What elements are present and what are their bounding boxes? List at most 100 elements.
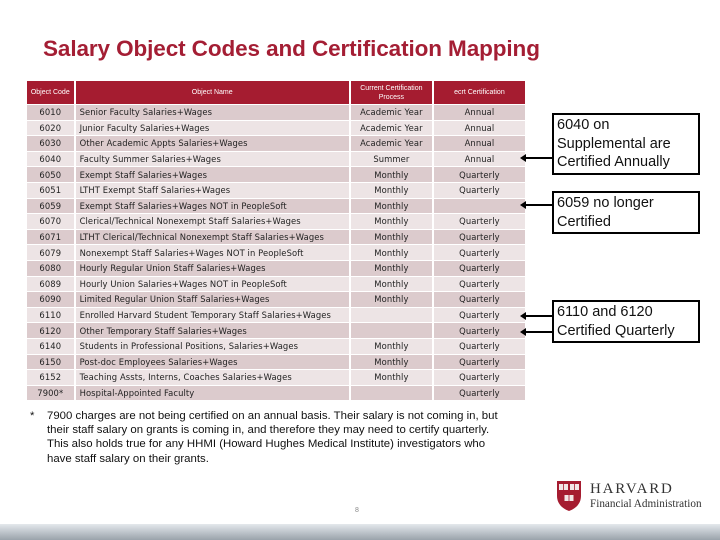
ecrt-certification-cell: Quarterly [433,385,525,401]
table-row: 7900* Hospital-Appointed Faculty Quarterly [27,385,525,401]
object-code-cell: 6140 [27,338,74,354]
arrow-6040 [520,154,552,162]
object-name-cell: Faculty Summer Salaries+Wages [75,151,349,167]
certification-process-cell: Monthly [350,229,432,245]
certification-process-cell: Monthly [350,198,432,214]
table-row: 6059 Exempt Staff Salaries+Wages NOT in P… [27,198,525,214]
table-row: 6010 Senior Faculty Salaries+Wages Academi… [27,105,525,120]
footnote-text: 7900 charges are not being certified on … [47,410,498,465]
object-code-cell: 6110 [27,307,74,323]
certification-process-cell: Monthly [350,245,432,260]
table-row: 6140 Students in Professional Positions, … [27,338,525,354]
object-code-cell: 6089 [27,276,74,292]
callout-6059: 6059 no longer Certified [552,191,700,234]
header-object-name: Object Name [75,81,349,104]
ecrt-certification-cell: Quarterly [433,292,525,307]
ecrt-certification-cell: Quarterly [433,167,525,182]
certification-process-cell [350,307,432,323]
object-code-cell: 6070 [27,214,74,229]
harvard-logo: HARVARD Financial Administration [556,480,702,512]
slide-title: Salary Object Codes and Certification Ma… [43,36,540,61]
callout-6040: 6040 on Supplemental are Certified Annua… [552,113,700,175]
certification-process-cell: Monthly [350,338,432,354]
footnote-marker: * [30,410,35,422]
object-code-cell: 6059 [27,198,74,214]
ecrt-certification-cell: Quarterly [433,260,525,276]
object-name-cell: LTHT Exempt Staff Salaries+Wages [75,182,349,198]
page-number: 8 [355,507,359,514]
object-name-cell: Students in Professional Positions, Sala… [75,338,349,354]
ecrt-certification-cell: Quarterly [433,370,525,385]
object-code-cell: 7900* [27,385,74,401]
ecrt-certification-cell: Quarterly [433,182,525,198]
object-code-cell: 6152 [27,370,74,385]
object-name-cell: Senior Faculty Salaries+Wages [75,105,349,120]
certification-process-cell [350,385,432,401]
object-code-cell: 6020 [27,120,74,136]
certification-process-cell: Monthly [350,370,432,385]
object-name-cell: Limited Regular Union Staff Salaries+Wag… [75,292,349,307]
header-current-certification-process: Current Certification Process [350,81,432,104]
ecrt-certification-cell: Quarterly [433,354,525,370]
object-name-cell: Teaching Assts, Interns, Coaches Salarie… [75,370,349,385]
table-row: 6030 Other Academic Appts Salaries+Wages A… [27,136,525,151]
object-name-cell: Exempt Staff Salaries+Wages [75,167,349,182]
certification-process-cell: Monthly [350,260,432,276]
object-name-cell: Junior Faculty Salaries+Wages [75,120,349,136]
object-name-cell: Clerical/Technical Nonexempt Staff Salar… [75,214,349,229]
certification-process-cell [350,323,432,338]
callout-6110-6120: 6110 and 6120 Certified Quarterly [552,300,700,343]
ecrt-certification-cell: Quarterly [433,307,525,323]
object-code-cell: 6090 [27,292,74,307]
object-code-cell: 6030 [27,136,74,151]
arrow-6120 [520,328,552,336]
table-row: 6079 Nonexempt Staff Salaries+Wages NOT i… [27,245,525,260]
table-row: 6120 Other Temporary Staff Salaries+Wages… [27,323,525,338]
object-name-cell: Exempt Staff Salaries+Wages NOT in Peopl… [75,198,349,214]
object-code-cell: 6040 [27,151,74,167]
ecrt-certification-cell: Annual [433,120,525,136]
ecrt-certification-cell: Quarterly [433,214,525,229]
footnote: * 7900 charges are not being certified o… [30,409,510,466]
ecrt-certification-cell: Annual [433,105,525,120]
table-row: 6090 Limited Regular Union Staff Salaries… [27,292,525,307]
certification-process-cell: Monthly [350,214,432,229]
certification-process-cell: Monthly [350,276,432,292]
certification-process-cell: Monthly [350,292,432,307]
table-row: 6152 Teaching Assts, Interns, Coaches Sal… [27,370,525,385]
table-row: 6110 Enrolled Harvard Student Temporary S… [27,307,525,323]
object-name-cell: Hospital-Appointed Faculty [75,385,349,401]
object-code-cell: 6150 [27,354,74,370]
arrow-6059 [520,201,552,209]
certification-process-cell: Academic Year [350,120,432,136]
certification-process-cell: Monthly [350,182,432,198]
certification-process-cell: Academic Year [350,105,432,120]
logo-subtitle: Financial Administration [590,498,702,510]
table-row: 6040 Faculty Summer Salaries+Wages Summer A… [27,151,525,167]
table-row: 6050 Exempt Staff Salaries+Wages Monthly Qu… [27,167,525,182]
object-name-cell: Enrolled Harvard Student Temporary Staff… [75,307,349,323]
object-code-table: Object Code Object Name Current Certific… [25,80,527,401]
ecrt-certification-cell: Annual [433,136,525,151]
certification-process-cell: Academic Year [350,136,432,151]
table-row: 6080 Hourly Regular Union Staff Salaries+… [27,260,525,276]
table-row: 6089 Hourly Union Salaries+Wages NOT in P… [27,276,525,292]
object-code-cell: 6079 [27,245,74,260]
object-code-cell: 6051 [27,182,74,198]
header-ecrt-certification: ecrt Certification [433,81,525,104]
object-code-cell: 6050 [27,167,74,182]
object-name-cell: Post-doc Employees Salaries+Wages [75,354,349,370]
object-name-cell: Nonexempt Staff Salaries+Wages NOT in Pe… [75,245,349,260]
object-name-cell: Other Academic Appts Salaries+Wages [75,136,349,151]
harvard-shield-icon [557,481,581,511]
table-row: 6071 LTHT Clerical/Technical Nonexempt St… [27,229,525,245]
table-row: 6150 Post-doc Employees Salaries+Wages Mon… [27,354,525,370]
table-header-row: Object Code Object Name Current Certific… [27,81,525,104]
object-code-cell: 6120 [27,323,74,338]
table-row: 6070 Clerical/Technical Nonexempt Staff S… [27,214,525,229]
certification-process-cell: Summer [350,151,432,167]
arrow-6110 [520,312,552,320]
object-name-cell: Hourly Regular Union Staff Salaries+Wage… [75,260,349,276]
object-code-cell: 6010 [27,105,74,120]
object-code-cell: 6071 [27,229,74,245]
